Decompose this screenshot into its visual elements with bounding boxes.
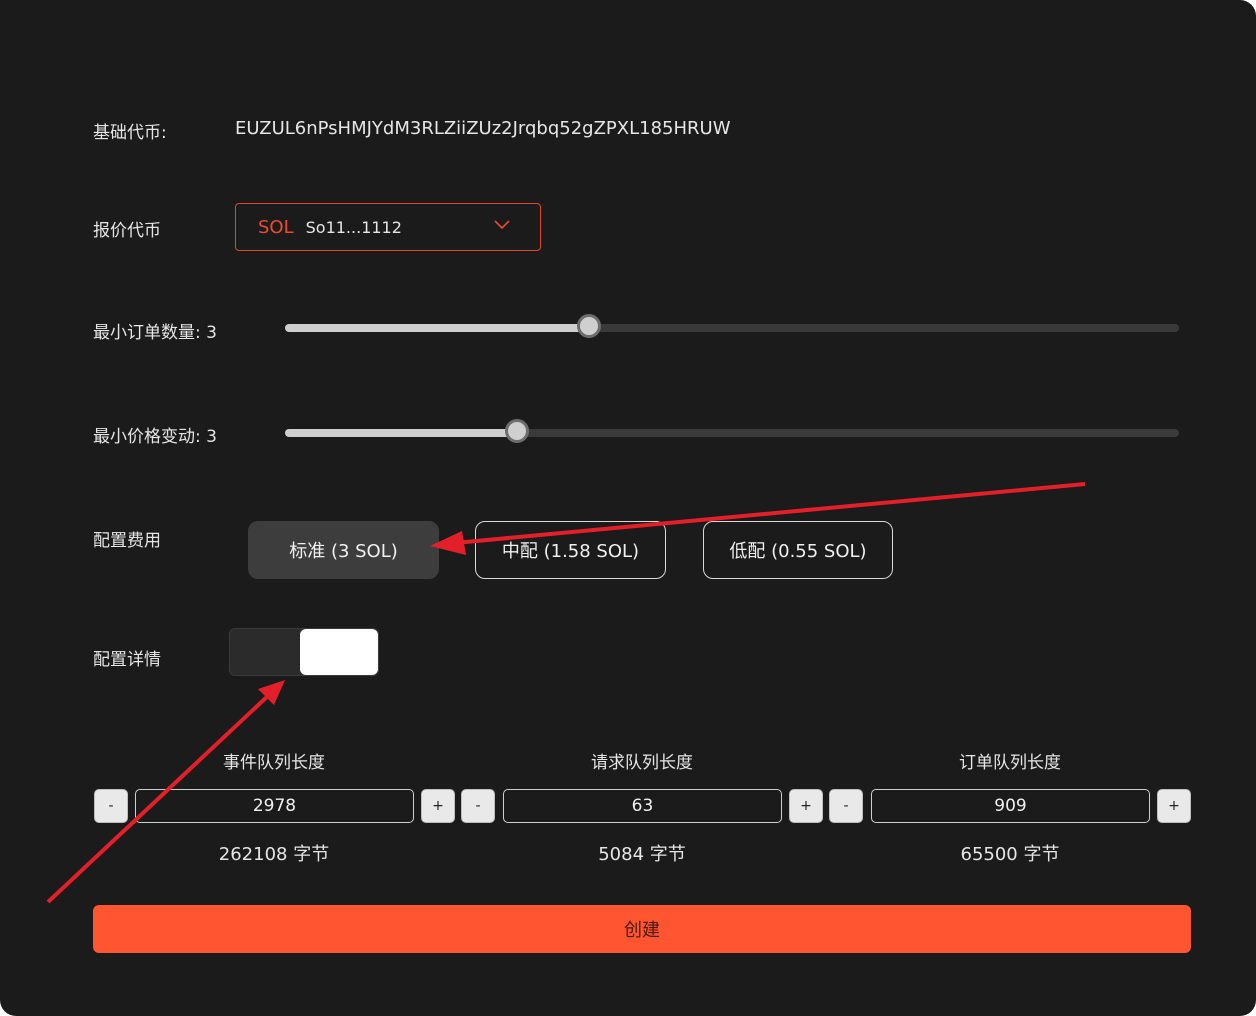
min-tick-slider-fill <box>285 429 518 437</box>
quote-token-symbol: SOL <box>258 216 294 238</box>
order-queue-title: 订单队列长度 <box>959 753 1061 773</box>
details-label: 配置详情 <box>93 650 161 670</box>
create-button[interactable]: 创建 <box>93 905 1191 953</box>
request-queue-input[interactable]: 63 <box>503 789 782 823</box>
request-queue-bytes: 5084 字节 <box>598 844 686 865</box>
order-queue-increment-button[interactable]: + <box>1157 789 1191 823</box>
details-toggle-thumb <box>300 629 378 675</box>
quote-token-address: So11...1112 <box>305 217 402 237</box>
min-tick-label: 最小价格变动: 3 <box>93 427 217 447</box>
min-tick-slider-handle[interactable] <box>505 419 530 443</box>
event-queue-decrement-button[interactable]: - <box>94 789 128 823</box>
chevron-down-icon <box>494 220 510 230</box>
event-queue-title: 事件队列长度 <box>223 753 325 773</box>
fee-option-medium[interactable]: 中配 (1.58 SOL) <box>475 521 666 579</box>
quote-token-select[interactable]: SOL So11...1112 <box>235 203 541 251</box>
request-queue-title: 请求队列长度 <box>591 753 693 773</box>
min-order-slider-fill <box>285 324 589 332</box>
order-queue-decrement-button[interactable]: - <box>829 789 863 823</box>
fee-label: 配置费用 <box>93 531 161 551</box>
request-queue-decrement-button[interactable]: - <box>461 789 495 823</box>
create-market-panel: 基础代币: EUZUL6nPsHMJYdM3RLZiiZUz2Jrqbq52gZ… <box>0 0 1256 1016</box>
min-order-slider-handle[interactable] <box>576 314 601 338</box>
event-queue-bytes: 262108 字节 <box>218 844 330 865</box>
min-order-label: 最小订单数量: 3 <box>93 323 217 343</box>
base-token-address: EUZUL6nPsHMJYdM3RLZiiZUz2Jrqbq52gZPXL185… <box>235 118 731 139</box>
fee-option-low[interactable]: 低配 (0.55 SOL) <box>703 521 893 579</box>
min-tick-slider[interactable] <box>285 419 1179 443</box>
base-token-label: 基础代币: <box>93 123 167 143</box>
request-queue-increment-button[interactable]: + <box>789 789 823 823</box>
order-queue-bytes: 65500 字节 <box>960 844 1060 865</box>
event-queue-increment-button[interactable]: + <box>421 789 455 823</box>
order-queue-input[interactable]: 909 <box>871 789 1150 823</box>
details-toggle[interactable] <box>229 628 379 676</box>
min-order-slider[interactable] <box>285 314 1179 338</box>
fee-option-standard[interactable]: 标准 (3 SOL) <box>248 521 439 579</box>
quote-token-label: 报价代币 <box>93 221 161 241</box>
event-queue-input[interactable]: 2978 <box>135 789 414 823</box>
